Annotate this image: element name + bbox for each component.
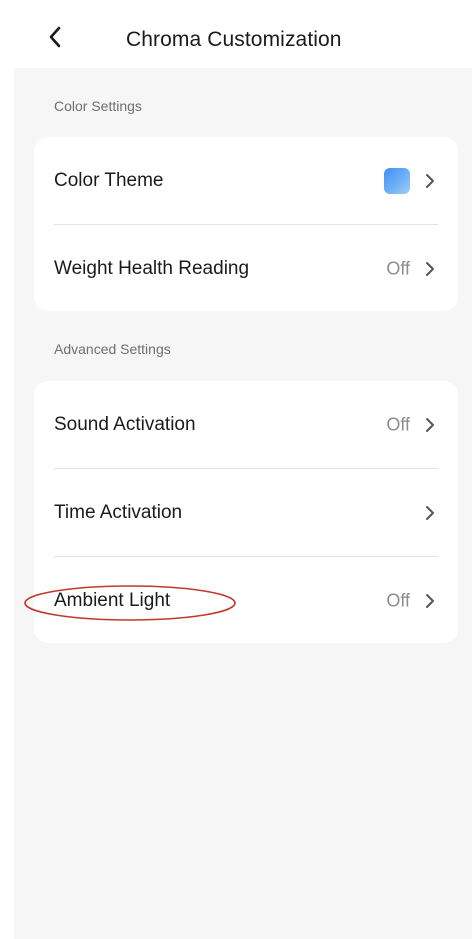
row-label: Time Activation	[54, 501, 183, 523]
section-label-color-settings: Color Settings	[54, 98, 142, 114]
section-label-advanced-settings: Advanced Settings	[54, 341, 171, 357]
back-button[interactable]	[40, 22, 70, 52]
row-label: Sound Activation	[54, 413, 196, 435]
chevron-right-icon	[426, 593, 434, 608]
chevron-right-icon	[426, 417, 434, 432]
row-value: Off	[386, 258, 410, 278]
chevron-right-icon	[426, 261, 434, 276]
color-theme-swatch	[384, 167, 410, 194]
row-value: Off	[386, 414, 410, 434]
chevron-right-icon	[426, 505, 434, 520]
chevron-right-icon	[426, 173, 434, 188]
row-weight-health-reading[interactable]: Weight Health Reading Off	[34, 225, 458, 312]
row-sound-activation[interactable]: Sound Activation Off	[34, 381, 458, 468]
row-value: Off	[386, 590, 410, 610]
row-label: Ambient Light	[54, 589, 171, 611]
header-bar: Chroma Customization	[14, 8, 472, 68]
color-settings-card: Color Theme Weight Health Reading Off	[34, 137, 458, 311]
chevron-left-icon	[49, 26, 61, 48]
row-color-theme[interactable]: Color Theme	[34, 137, 458, 224]
row-label: Color Theme	[54, 169, 164, 191]
top-frame	[0, 0, 472, 8]
chroma-customization-screen: Chroma Customization Color Settings Colo…	[0, 0, 472, 939]
page-title: Chroma Customization	[126, 28, 342, 51]
advanced-settings-card: Sound Activation Off Time Activation Amb…	[34, 381, 458, 643]
row-time-activation[interactable]: Time Activation	[34, 469, 458, 556]
row-label: Weight Health Reading	[54, 257, 250, 279]
left-frame	[0, 0, 14, 939]
row-ambient-light[interactable]: Ambient Light Off	[34, 557, 458, 644]
